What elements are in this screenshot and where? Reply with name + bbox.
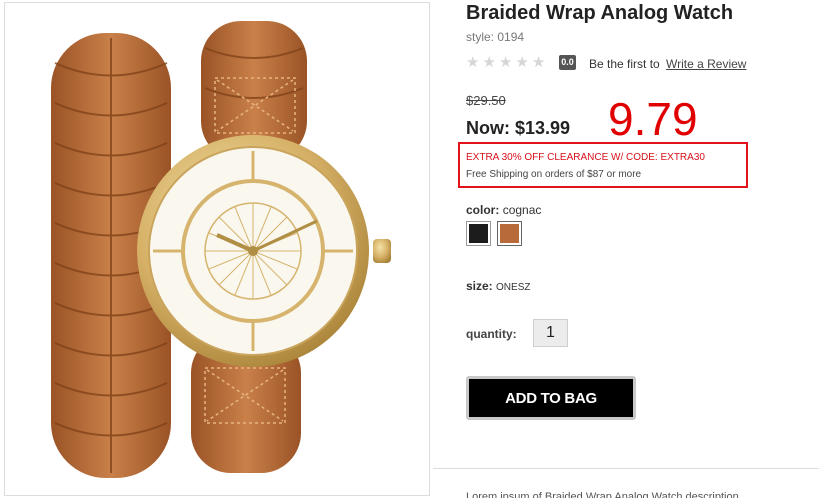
handwritten-price-annotation: 9.79: [608, 93, 698, 145]
add-to-bag-button[interactable]: ADD TO BAG: [466, 376, 636, 420]
star-icon: ★: [531, 54, 546, 71]
watch-face: [137, 135, 391, 367]
quantity-label: quantity:: [466, 327, 517, 341]
promo-highlight-box: [458, 142, 748, 188]
color-label: color: cognac: [466, 203, 541, 217]
write-review-link[interactable]: Write a Review: [666, 57, 746, 71]
rating-score-badge: 0.0: [559, 55, 576, 70]
watch-product-photo: [51, 21, 391, 478]
product-title: Braided Wrap Analog Watch: [466, 2, 734, 24]
description-text: Lorem ipsum of Braided Wrap Analog Watch…: [466, 491, 748, 498]
be-first-text: Be the first to: [589, 57, 660, 71]
promo-code-text: EXTRA 30% OFF CLEARANCE W/ CODE: EXTRA30: [466, 152, 705, 163]
star-icon: ★: [515, 54, 529, 71]
section-divider: [433, 468, 819, 469]
product-style-number: style: 0194: [466, 30, 525, 44]
quantity-input[interactable]: [533, 319, 568, 347]
original-price: $29.50: [466, 93, 506, 108]
swatch-cognac[interactable]: [497, 221, 522, 246]
size-label: size: ONESZ: [466, 279, 530, 293]
color-value: cognac: [502, 203, 542, 217]
star-icon: ★: [498, 54, 513, 71]
product-image[interactable]: [4, 2, 430, 496]
star-icon: ★: [482, 54, 496, 71]
swatch-cognac-fill: [500, 224, 519, 243]
star-icon: ★: [466, 54, 480, 71]
rating-stars[interactable]: ★ ★ ★ ★ ★: [466, 55, 545, 70]
swatch-black[interactable]: [466, 221, 491, 246]
color-label-key: color:: [466, 203, 500, 217]
free-shipping-text: Free Shipping on orders of $87 or more: [466, 169, 642, 180]
size-label-key: size:: [466, 279, 493, 293]
sale-price: Now: $13.99: [466, 118, 571, 138]
swatch-black-fill: [469, 224, 488, 243]
size-value: ONESZ: [496, 282, 531, 293]
